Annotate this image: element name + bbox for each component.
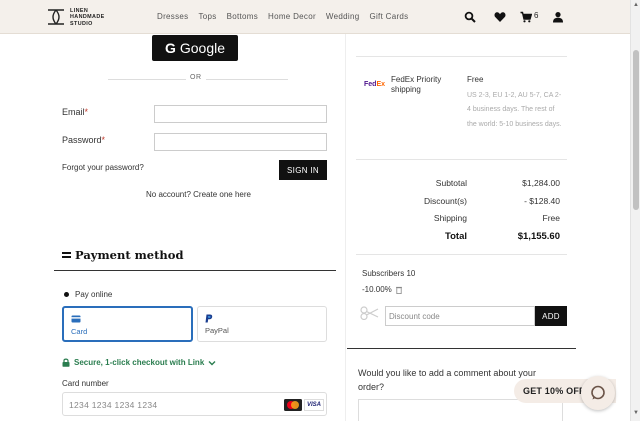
nav-item-bottoms[interactable]: Bottoms — [227, 12, 258, 21]
subtotal-value: $1,284.00 — [522, 178, 560, 188]
site-logo[interactable]: LINEN HANDMADE STUDIO — [47, 7, 117, 29]
scrollbar-thumb[interactable] — [633, 50, 639, 210]
or-text: OR — [186, 74, 206, 81]
email-label: Email* — [62, 107, 88, 117]
password-label: Password* — [62, 135, 105, 145]
password-required-mark: * — [101, 135, 106, 145]
total-label: Total — [445, 231, 467, 242]
search-icon[interactable] — [464, 11, 476, 23]
discount-code-input[interactable]: Discount code — [385, 306, 535, 326]
column-divider — [345, 34, 346, 421]
heart-icon[interactable] — [494, 11, 506, 23]
lock-icon — [62, 358, 70, 367]
chat-bubble-icon — [591, 385, 605, 400]
tab-card-label: Card — [71, 327, 88, 336]
google-signin-label: Google — [179, 40, 226, 56]
pay-online-option[interactable]: Pay online — [64, 290, 112, 299]
discount-row: Discount(s) - $128.40 — [380, 196, 560, 206]
discount-percent-value: -10.00% — [362, 285, 392, 294]
total-row: Total $1,155.60 — [380, 231, 560, 242]
shipping-label: Shipping — [433, 213, 467, 223]
totals-divider — [356, 254, 567, 255]
nav-item-tops[interactable]: Tops — [198, 12, 216, 21]
shipping-method-description: US 2-3, EU 1-2, AU 5-7, CA 2-4 business … — [467, 92, 562, 128]
payment-method-heading: Payment method — [62, 248, 184, 262]
fedex-logo: FedEx — [364, 81, 385, 88]
shipping-method-name: FedEx Priority shipping — [391, 75, 442, 94]
card-number-input[interactable]: 1234 1234 1234 1234 VISA — [62, 392, 327, 416]
comment-divider — [347, 348, 576, 349]
forgot-password-link[interactable]: Forgot your password? — [62, 163, 144, 172]
payment-method-title: Payment method — [75, 248, 184, 262]
nav-item-home-decor[interactable]: Home Decor — [268, 12, 316, 21]
password-field[interactable] — [154, 133, 327, 151]
main-nav: Dresses Tops Bottoms Home Decor Wedding … — [157, 12, 418, 21]
shipping-top-divider — [356, 56, 567, 57]
paypal-icon — [205, 314, 213, 323]
shipping-method-price: Free — [467, 75, 484, 84]
shipping-value: Free — [542, 213, 560, 223]
google-g-icon: G — [164, 40, 176, 56]
discount-label: Discount(s) — [424, 196, 467, 206]
tab-paypal-label: PayPal — [205, 326, 229, 335]
shipping-row: Shipping Free — [380, 213, 560, 223]
radio-selected-icon[interactable] — [64, 292, 69, 297]
email-required-mark: * — [84, 107, 89, 117]
payment-divider — [54, 270, 336, 271]
secure-link-checkout[interactable]: Secure, 1-click checkout with Link — [62, 358, 216, 367]
fedex-logo-ex: Ex — [376, 81, 386, 88]
total-value: $1,155.60 — [517, 231, 560, 242]
discount-value: - $128.40 — [524, 196, 560, 206]
email-field[interactable] — [154, 105, 327, 123]
user-icon[interactable] — [552, 11, 564, 23]
page-scrollbar[interactable]: ▲ ▼ — [630, 0, 640, 421]
secure-checkout-text: Secure, 1-click checkout with Link — [74, 358, 205, 367]
discount-tag-name: Subscribers 10 — [362, 269, 416, 278]
scissors-icon — [360, 306, 379, 320]
scroll-up-arrow-icon[interactable]: ▲ — [633, 2, 639, 8]
payment-heading-icon — [62, 251, 71, 258]
discount-code-placeholder: Discount code — [389, 312, 440, 321]
cart-count: 6 — [534, 11, 539, 20]
mastercard-icon — [284, 399, 302, 411]
subtotal-label: Subtotal — [435, 178, 467, 188]
subtotal-row: Subtotal $1,284.00 — [380, 178, 560, 188]
pay-online-label: Pay online — [75, 290, 113, 299]
logo-line-3: STUDIO — [70, 20, 93, 27]
logo-mark-icon — [48, 9, 64, 25]
tab-card[interactable]: Card — [62, 306, 193, 342]
logo-line-2: HANDMADE — [70, 14, 105, 21]
nav-item-dresses[interactable]: Dresses — [157, 12, 188, 21]
card-number-placeholder: 1234 1234 1234 1234 — [69, 400, 158, 410]
visa-icon: VISA — [304, 399, 324, 411]
trash-icon[interactable] — [395, 286, 402, 294]
email-label-text: Email — [62, 107, 85, 117]
nav-item-wedding[interactable]: Wedding — [326, 12, 360, 21]
nav-item-gift-cards[interactable]: Gift Cards — [369, 12, 408, 21]
shipping-bottom-divider — [356, 159, 567, 160]
apply-discount-button[interactable]: ADD — [535, 306, 567, 326]
card-number-label: Card number — [62, 379, 109, 388]
google-signin-button[interactable]: G Google — [152, 35, 238, 61]
credit-card-icon — [71, 315, 81, 323]
chevron-down-icon — [208, 360, 216, 365]
scroll-down-arrow-icon[interactable]: ▼ — [633, 410, 639, 416]
create-account-link[interactable]: No account? Create one here — [146, 190, 251, 199]
cart-icon[interactable] — [520, 11, 532, 23]
chat-widget-button[interactable] — [581, 376, 615, 410]
site-header: LINEN HANDMADE STUDIO Dresses Tops Botto… — [0, 0, 630, 34]
tab-paypal[interactable]: PayPal — [197, 306, 327, 342]
sign-in-button[interactable]: SIGN IN — [279, 160, 327, 180]
discount-percent: -10.00% — [362, 285, 402, 294]
logo-text: LINEN HANDMADE STUDIO — [70, 8, 105, 27]
fedex-logo-fe: Fed — [364, 81, 377, 88]
password-label-text: Password — [62, 135, 102, 145]
